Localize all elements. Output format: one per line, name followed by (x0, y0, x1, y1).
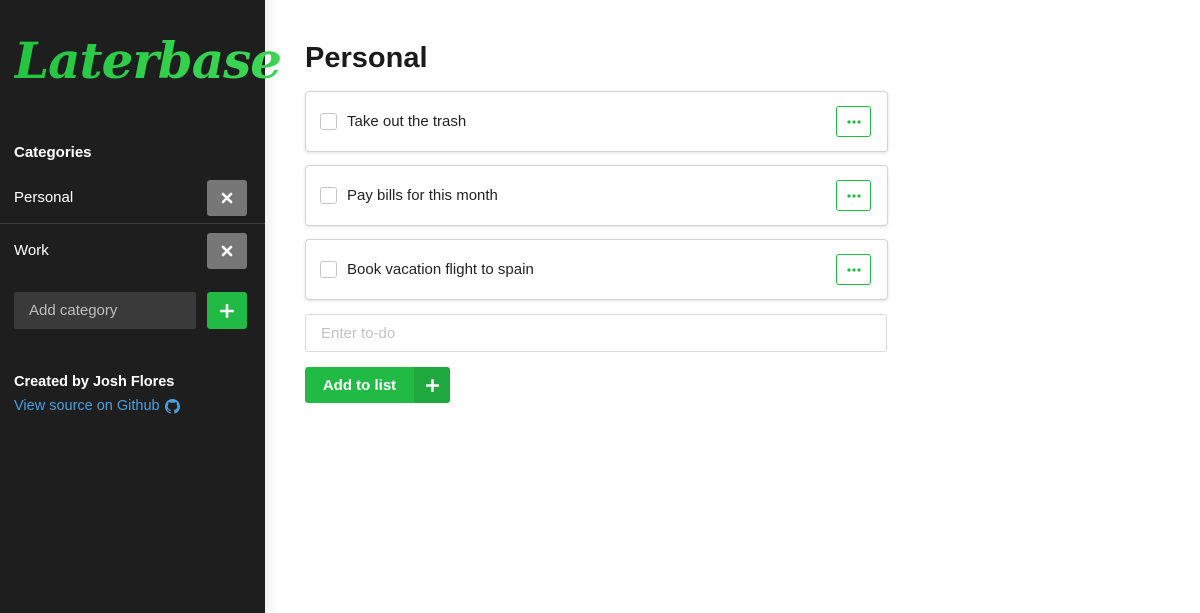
add-category-input[interactable] (14, 292, 196, 329)
add-to-list-button[interactable]: Add to list (305, 367, 450, 403)
plus-icon-wrap (414, 367, 450, 403)
todo-checkbox[interactable] (320, 261, 337, 278)
page-title: Personal (305, 42, 428, 74)
add-category-button[interactable] (207, 292, 247, 329)
todo-options-button[interactable] (836, 180, 871, 211)
category-label[interactable]: Work (14, 242, 49, 259)
todo-text: Take out the trash (347, 113, 467, 130)
sidebar: Laterbase Categories Personal Work Creat… (0, 0, 282, 613)
todo-input[interactable] (305, 314, 887, 352)
todo-checkbox[interactable] (320, 113, 337, 130)
sidebar-shadow (265, 0, 279, 613)
categories-heading: Categories (14, 144, 92, 161)
todo-item: Pay bills for this month (305, 165, 888, 226)
credit-text: Created by Josh Flores (14, 374, 175, 390)
todo-item: Take out the trash (305, 91, 888, 152)
ellipsis-icon (846, 267, 861, 272)
todo-text: Book vacation flight to spain (347, 261, 534, 278)
delete-category-button[interactable] (207, 233, 247, 269)
category-label[interactable]: Personal (14, 189, 73, 206)
category-item-personal[interactable]: Personal (0, 171, 265, 224)
app-logo[interactable]: Laterbase (14, 26, 282, 96)
ellipsis-icon (846, 119, 861, 124)
category-item-work[interactable]: Work (0, 224, 265, 277)
ellipsis-icon (846, 193, 861, 198)
todo-options-button[interactable] (836, 106, 871, 137)
todo-text: Pay bills for this month (347, 187, 498, 204)
github-source-link[interactable]: View source on Github (14, 398, 180, 414)
source-link-label: View source on Github (14, 398, 160, 414)
plus-icon (425, 378, 439, 392)
github-icon (164, 398, 180, 414)
delete-category-button[interactable] (207, 180, 247, 216)
todo-checkbox[interactable] (320, 187, 337, 204)
plus-icon (220, 303, 234, 318)
add-to-list-label: Add to list (322, 376, 397, 394)
todo-item: Book vacation flight to spain (305, 239, 888, 300)
close-icon (221, 192, 233, 204)
close-icon (221, 245, 233, 257)
todo-options-button[interactable] (836, 254, 871, 285)
